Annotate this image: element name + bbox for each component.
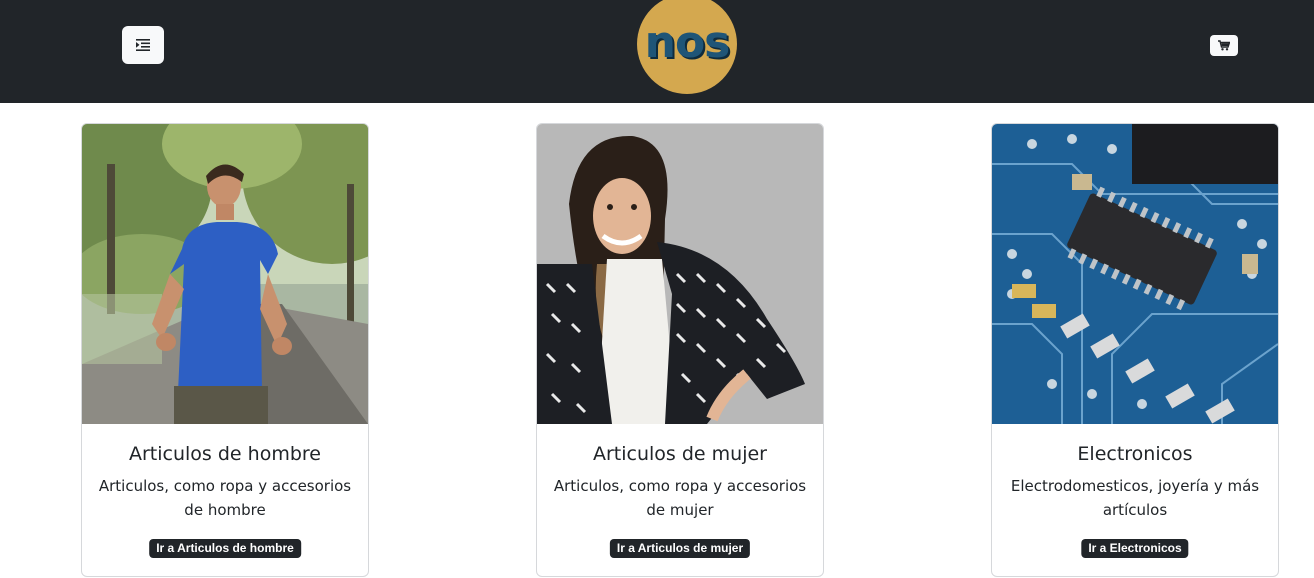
card-text: Articulos, como ropa y accesorios de hom… — [98, 477, 352, 519]
menu-toggle-button[interactable] — [122, 26, 164, 64]
card-image-woman — [537, 124, 823, 424]
card-image-circuit — [992, 124, 1278, 424]
card-image-man — [82, 124, 368, 424]
cart-button[interactable] — [1210, 35, 1238, 56]
card-body: Electronicos Electrodomesticos, joyería … — [992, 424, 1278, 522]
go-to-electronics-button[interactable]: Ir a Electronicos — [1081, 539, 1189, 558]
card-title: Articulos de mujer — [593, 443, 767, 465]
card-title: Electronicos — [1077, 443, 1193, 465]
card-text: Electrodomesticos, joyería y más artícul… — [1010, 477, 1260, 519]
card-body: Articulos de mujer Articulos, como ropa … — [537, 424, 823, 522]
card-mujer: Articulos de mujer Articulos, como ropa … — [536, 123, 824, 577]
brand-logo[interactable]: nos — [637, 0, 737, 94]
card-title: Articulos de hombre — [129, 443, 321, 465]
card-electronicos: Electronicos Electrodomesticos, joyería … — [991, 123, 1279, 577]
card-text: Articulos, como ropa y accesorios de muj… — [553, 477, 807, 519]
card-hombre: Articulos de hombre Articulos, como ropa… — [81, 123, 369, 577]
card-body: Articulos de hombre Articulos, como ropa… — [82, 424, 368, 522]
go-to-women-button[interactable]: Ir a Articulos de mujer — [609, 539, 751, 558]
cart-icon — [1218, 40, 1230, 51]
logo-text: nos — [644, 16, 731, 68]
go-to-men-button[interactable]: Ir a Articulos de hombre — [149, 539, 301, 558]
navbar: nos — [0, 0, 1314, 103]
menu-indent-icon — [136, 39, 150, 51]
